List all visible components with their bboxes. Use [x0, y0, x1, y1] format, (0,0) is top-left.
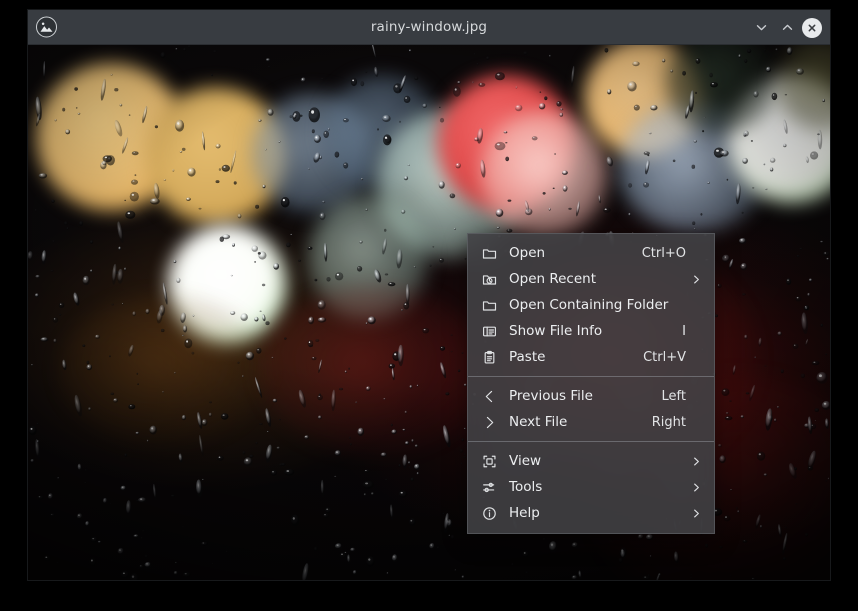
submenu-chevron-right-icon	[690, 507, 702, 519]
info-circle-icon	[481, 505, 498, 522]
menu-item-shortcut: Ctrl+V	[643, 349, 686, 365]
menu-item-paste[interactable]: Paste Ctrl+V	[468, 344, 714, 370]
menu-item-shortcut: Right	[651, 414, 686, 430]
maximize-button[interactable]	[776, 17, 798, 39]
menu-item-next-file[interactable]: Next File Right	[468, 409, 714, 435]
chevron-down-icon	[756, 25, 766, 31]
menu-item-previous-file[interactable]: Previous File Left	[468, 383, 714, 409]
menu-item-show-file-info[interactable]: Show File Info I	[468, 318, 714, 344]
clipboard-paste-icon	[481, 349, 498, 366]
screen: rainy-window.jpg Open Ctrl+O Open Recent…	[0, 0, 858, 611]
folder-open-icon	[481, 245, 498, 262]
image-canvas[interactable]: Open Ctrl+O Open Recent Open Containing Fol…	[28, 45, 830, 580]
menu-item-shortcut: Left	[661, 388, 686, 404]
menu-item-label: Paste	[509, 349, 546, 365]
menu-item-label: Open Containing Folder	[509, 297, 669, 313]
menu-item-label: Next File	[509, 414, 568, 430]
menu-item-open-containing-folder[interactable]: Open Containing Folder	[468, 292, 714, 318]
chevron-up-icon	[782, 24, 792, 30]
menu-item-label: Open	[509, 245, 546, 261]
view-frame-icon	[481, 453, 498, 470]
folder-recent-icon	[481, 271, 498, 288]
submenu-chevron-right-icon	[690, 455, 702, 467]
menu-item-view[interactable]: View	[468, 448, 714, 474]
window-titlebar[interactable]: rainy-window.jpg	[28, 10, 830, 45]
folder-icon	[481, 297, 498, 314]
menu-item-label: Tools	[509, 479, 543, 495]
window-controls	[750, 10, 822, 45]
close-icon	[808, 24, 816, 31]
sliders-icon	[481, 479, 498, 496]
menu-item-label: Open Recent	[509, 271, 597, 287]
menu-item-label: Help	[509, 505, 540, 521]
menu-item-open[interactable]: Open Ctrl+O	[468, 240, 714, 266]
menu-item-label: Previous File	[509, 388, 593, 404]
chevron-left-icon	[481, 388, 498, 405]
menu-item-shortcut: Ctrl+O	[641, 245, 686, 261]
chevron-right-icon	[481, 414, 498, 431]
image-viewer-window: rainy-window.jpg Open Ctrl+O Open Recent…	[28, 10, 830, 580]
submenu-chevron-right-icon	[690, 481, 702, 493]
menu-item-label: View	[509, 453, 542, 469]
menu-item-open-recent[interactable]: Open Recent	[468, 266, 714, 292]
close-button[interactable]	[802, 17, 822, 38]
menu-separator	[468, 441, 714, 442]
menu-item-shortcut: I	[682, 323, 686, 339]
menu-separator	[468, 376, 714, 377]
menu-item-tools[interactable]: Tools	[468, 474, 714, 500]
image-photo-icon	[36, 16, 57, 38]
menu-item-help[interactable]: Help	[468, 500, 714, 526]
minimize-button[interactable]	[750, 17, 772, 39]
menu-item-label: Show File Info	[509, 323, 603, 339]
submenu-chevron-right-icon	[690, 273, 702, 285]
file-info-icon	[481, 323, 498, 340]
context-menu[interactable]: Open Ctrl+O Open Recent Open Containing Fol…	[467, 233, 715, 534]
window-title: rainy-window.jpg	[370, 19, 488, 35]
